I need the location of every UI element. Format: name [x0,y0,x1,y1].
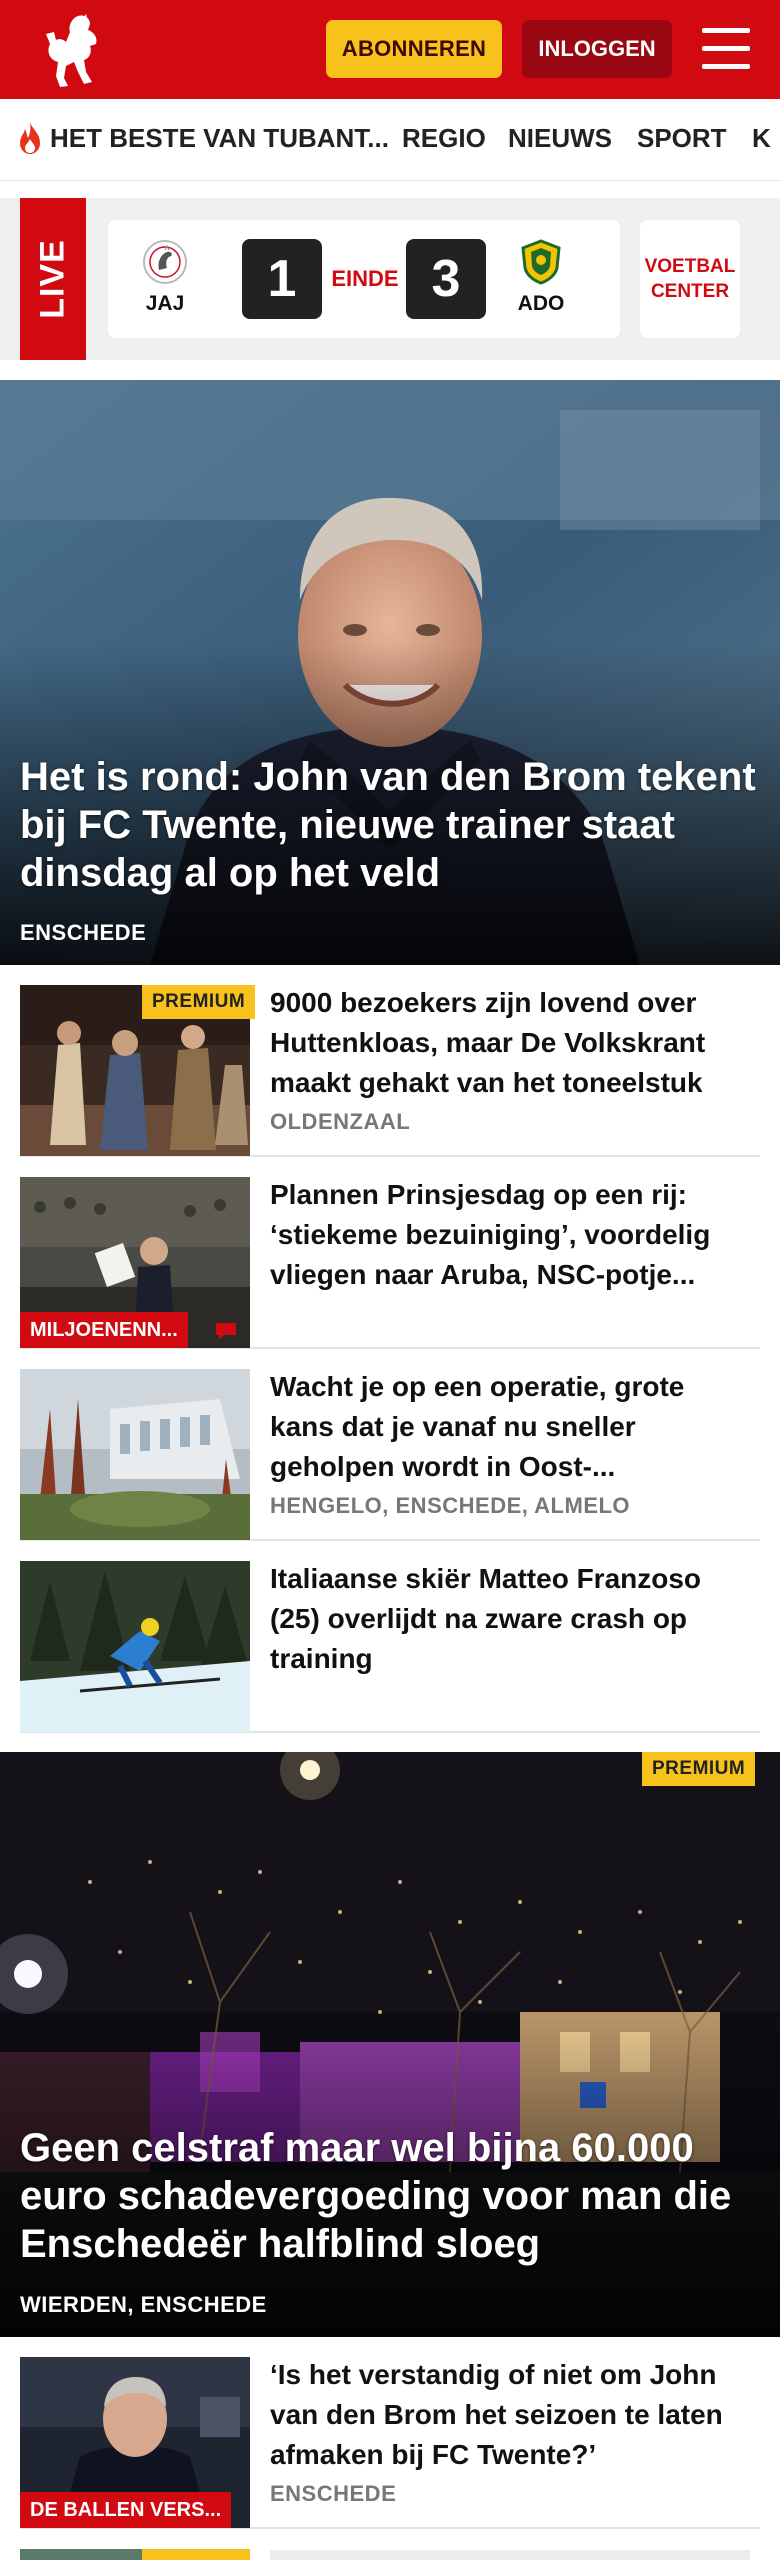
away-team-name: ADO [517,292,565,315]
hero-headline[interactable]: Het is rond: John van den Brom tekent bi… [20,753,760,897]
article-title[interactable]: 9000 bezoekers zijn lovend over Huttenkl… [270,983,750,1103]
site-header: ABONNEREN INLOGGEN [0,0,780,99]
article-title[interactable]: Italiaanse skiër Matteo Franzoso (25) ov… [270,1559,750,1679]
article-item[interactable]: MILJOENENN... Plannen Prinsjesdag op een… [20,1157,760,1349]
article-title[interactable]: Plannen Prinsjesdag op een rij: ‘stiekem… [270,1175,750,1295]
article-item[interactable]: DE BALLEN VERS... ‘Is het verstandig of … [20,2337,760,2529]
hero-article[interactable]: Het is rond: John van den Brom tekent bi… [0,380,780,965]
login-button[interactable]: INLOGGEN [522,20,672,78]
article-item[interactable]: PREMIUM 9000 bezoekers zijn lovend over … [20,965,760,1157]
category-tag[interactable]: MILJOENENN... [20,1312,188,1348]
next-article-title-peek [270,2550,750,2560]
hero-location: ENSCHEDE [20,920,147,945]
article-title[interactable]: Wacht je op een operatie, grote kans dat… [270,1367,750,1487]
comment-icon[interactable] [214,1321,238,1341]
nav-item-partial[interactable]: K [752,123,771,154]
live-tag: LIVE [20,198,86,360]
article-item[interactable]: Italiaanse skiër Matteo Franzoso (25) ov… [20,1541,760,1733]
ajax-crest-icon [143,240,187,284]
article-thumbnail [20,1369,250,1540]
feature-location: WIERDEN, ENSCHEDE [20,2292,267,2317]
flame-icon [20,122,40,154]
feature-article[interactable]: PREMIUM Geen celstraf maar wel bijna 60.… [0,1752,780,2337]
article-location: OLDENZAAL [270,1109,411,1134]
premium-badge: PREMIUM [142,985,256,1019]
next-article-peek[interactable] [20,2549,250,2560]
away-score: 3 [406,239,486,319]
voetbal-center-button[interactable]: VOETBAL CENTER [640,220,740,338]
away-club: ADO [506,238,576,316]
feature-headline[interactable]: Geen celstraf maar wel bijna 60.000 euro… [20,2124,760,2268]
nav-item-nieuws[interactable]: NIEUWS [508,123,612,154]
article-item[interactable]: Wacht je op een operatie, grote kans dat… [20,1349,760,1541]
article-title[interactable]: ‘Is het verstandig of niet om John van d… [270,2355,750,2475]
nav-item-best-of[interactable]: HET BESTE VAN TUBANT... [50,123,389,154]
main-nav: HET BESTE VAN TUBANT... REGIO NIEUWS SPO… [0,99,780,181]
menu-icon[interactable] [702,28,750,70]
subscribe-button[interactable]: ABONNEREN [326,20,502,78]
article-thumbnail: DE BALLEN VERS... [20,2357,250,2528]
article-thumbnail [20,1561,250,1732]
nav-item-regio[interactable]: REGIO [402,123,486,154]
article-location: ENSCHEDE [270,2481,397,2506]
tubantia-horse-logo[interactable] [38,10,108,90]
home-score: 1 [242,239,322,319]
home-team-name: JAJ [145,292,185,315]
category-tag[interactable]: DE BALLEN VERS... [20,2492,232,2528]
ado-crest-icon [521,239,561,285]
article-location: HENGELO, ENSCHEDE, ALMELO [270,1493,631,1518]
home-club: JAJ [130,238,200,316]
match-status: EINDE [331,266,399,291]
live-score-bar: LIVE JAJ 1 EINDE 3 ADO VOETBAL CENTER [0,198,780,360]
nav-item-sport[interactable]: SPORT [637,123,727,154]
match-card[interactable]: JAJ 1 EINDE 3 ADO [108,220,620,338]
premium-badge: PREMIUM [642,1752,756,1786]
